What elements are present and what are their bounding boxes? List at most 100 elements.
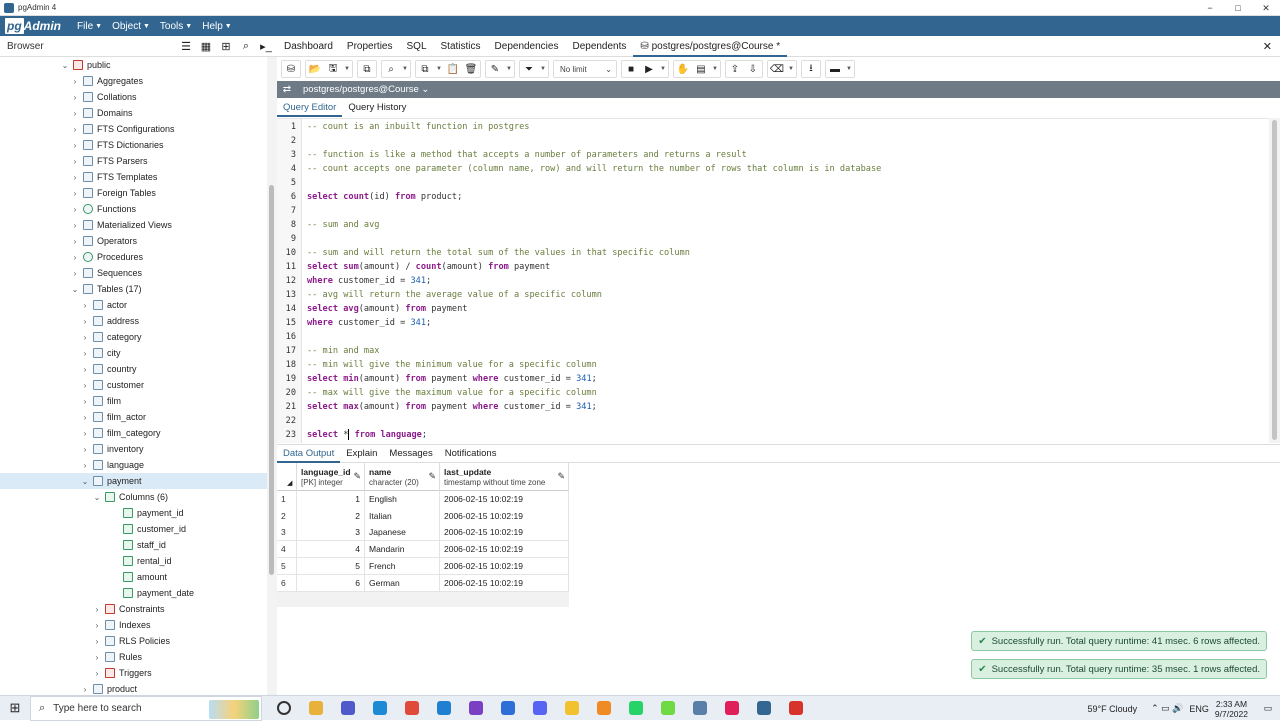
table-cell[interactable]: German [365, 575, 440, 592]
table-cell[interactable]: 2006-02-15 10:02:19 [440, 491, 569, 508]
tab-query-tool[interactable]: ⛁ postgres/postgres@Course * [633, 37, 787, 57]
database-icon[interactable]: ⛁ [282, 61, 300, 77]
chevron-right-icon[interactable]: › [70, 77, 80, 86]
macros-icon[interactable]: ▬ [826, 61, 844, 77]
chevron-right-icon[interactable]: › [70, 109, 80, 118]
tab-properties[interactable]: Properties [340, 37, 400, 57]
tree-item[interactable]: ›country [0, 361, 267, 377]
chevron-right-icon[interactable]: › [80, 301, 90, 310]
table-row[interactable]: 11English2006-02-15 10:02:19 [277, 491, 569, 508]
tree-item[interactable]: ›FTS Configurations [0, 121, 267, 137]
windows-start-icon[interactable]: ⊞ [0, 700, 30, 716]
table-cell[interactable]: 2 [297, 508, 365, 525]
minimize-button[interactable]: − [1196, 0, 1224, 16]
chevron-right-icon[interactable]: › [70, 141, 80, 150]
table-row[interactable]: 44Mandarin2006-02-15 10:02:19 [277, 541, 569, 558]
discord-taskbar-button[interactable] [524, 696, 556, 721]
pencil-icon[interactable]: ✎ [353, 471, 361, 482]
whatsapp-taskbar-button[interactable] [620, 696, 652, 721]
tree-item[interactable]: ›inventory [0, 441, 267, 457]
chrome-taskbar-button[interactable] [396, 696, 428, 721]
editor-scrollbar[interactable] [1269, 118, 1280, 443]
chevron-right-icon[interactable]: › [92, 653, 102, 662]
table-cell[interactable]: 5 [297, 558, 365, 575]
tree-item[interactable]: ›city [0, 345, 267, 361]
tree-item[interactable]: ›Domains [0, 105, 267, 121]
filter-icon[interactable]: ⏷ [520, 61, 538, 77]
menu-object[interactable]: Object▼ [112, 21, 150, 32]
column-header-language-id[interactable]: language_id [PK] integer ✎ [297, 463, 365, 491]
slack-taskbar-button[interactable] [716, 696, 748, 721]
tab-dependencies[interactable]: Dependencies [488, 37, 566, 57]
tab-notifications[interactable]: Notifications [439, 445, 503, 463]
chevron-down-icon[interactable]: ⌄ [92, 493, 102, 502]
chevron-right-icon[interactable]: › [70, 221, 80, 230]
tree-item[interactable]: ›customer [0, 377, 267, 393]
object-properties-icon[interactable]: ☰ [177, 39, 195, 55]
tree-item[interactable]: ›address [0, 313, 267, 329]
download-icon[interactable]: ⭳ [802, 61, 820, 77]
tab-dependents[interactable]: Dependents [565, 37, 633, 57]
tree-item[interactable]: ›Functions [0, 201, 267, 217]
table-cell[interactable]: 2006-02-15 10:02:19 [440, 524, 569, 541]
table-cell[interactable]: French [365, 558, 440, 575]
paste-icon[interactable]: 📋 [444, 61, 462, 77]
chevron-right-icon[interactable]: › [80, 349, 90, 358]
table-cell[interactable]: 4 [297, 541, 365, 558]
column-header-last-update[interactable]: last_update timestamp without time zone … [440, 463, 569, 491]
tree-item[interactable]: ›Constraints [0, 601, 267, 617]
open-file-icon[interactable]: 📂 [306, 61, 324, 77]
table-cell[interactable]: English [365, 491, 440, 508]
chevron-right-icon[interactable]: › [70, 173, 80, 182]
tree-scrollbar-thumb[interactable] [269, 185, 274, 575]
chevron-right-icon[interactable]: › [92, 605, 102, 614]
tree-item[interactable]: ›category [0, 329, 267, 345]
filter-dropdown-icon[interactable]: ▼ [538, 61, 548, 77]
psql-tool-icon[interactable]: ▸_ [257, 39, 275, 55]
chevron-right-icon[interactable]: › [70, 237, 80, 246]
tree-item[interactable]: staff_id [0, 537, 267, 553]
execute-dropdown-icon[interactable]: ▼ [658, 61, 668, 77]
explain-analyze-icon[interactable]: ▤ [692, 61, 710, 77]
tree-item[interactable]: ›Procedures [0, 249, 267, 265]
chevron-right-icon[interactable]: › [70, 205, 80, 214]
filter-rows-icon[interactable]: ⊞ [217, 39, 235, 55]
tree-item[interactable]: ›Aggregates [0, 73, 267, 89]
tree-item[interactable]: payment_date [0, 585, 267, 601]
notification-icon[interactable]: ▭ [1260, 703, 1276, 714]
maximize-button[interactable]: □ [1224, 0, 1252, 16]
chevron-right-icon[interactable]: › [92, 637, 102, 646]
tree-item[interactable]: ⌄Columns (6) [0, 489, 267, 505]
chevron-right-icon[interactable]: › [80, 685, 90, 694]
connection-select[interactable]: postgres/postgres@Course ⌄ [303, 84, 429, 95]
tree-item[interactable]: ›Materialized Views [0, 217, 267, 233]
grid-corner-cell[interactable]: ◢ [277, 463, 297, 491]
sql-editor[interactable]: 1-- count is an inbuilt function in post… [277, 118, 1269, 443]
table-cell[interactable]: 6 [297, 575, 365, 592]
tree-item[interactable]: ›Rules [0, 649, 267, 665]
macros-dropdown-icon[interactable]: ▼ [844, 61, 854, 77]
app-yellow-taskbar-button[interactable] [556, 696, 588, 721]
chevron-right-icon[interactable]: › [70, 125, 80, 134]
chevron-right-icon[interactable]: › [70, 269, 80, 278]
tree-item[interactable]: ›Collations [0, 89, 267, 105]
chevron-down-icon[interactable]: ⌄ [60, 61, 70, 70]
tree-item[interactable]: ›product [0, 681, 267, 695]
explain-icon[interactable]: ✋ [674, 61, 692, 77]
edit-dropdown-icon[interactable]: ▼ [504, 61, 514, 77]
find-dropdown-icon[interactable]: ▼ [400, 61, 410, 77]
tree-item[interactable]: ⌄payment [0, 473, 267, 489]
chevron-right-icon[interactable]: › [80, 317, 90, 326]
column-header-name[interactable]: name character (20) ✎ [365, 463, 440, 491]
explain-dropdown-icon[interactable]: ▼ [710, 61, 720, 77]
table-cell[interactable]: Italian [365, 508, 440, 525]
tree-item[interactable]: ›film_category [0, 425, 267, 441]
tab-data-output[interactable]: Data Output [277, 445, 340, 463]
table-cell[interactable]: Japanese [365, 524, 440, 541]
tree-item[interactable]: customer_id [0, 521, 267, 537]
tree-item[interactable]: amount [0, 569, 267, 585]
commit-icon[interactable]: ⇪ [726, 61, 744, 77]
table-cell[interactable]: 2006-02-15 10:02:19 [440, 508, 569, 525]
save-data-icon[interactable]: ⧉ [358, 61, 376, 77]
tree-item[interactable]: ›RLS Policies [0, 633, 267, 649]
